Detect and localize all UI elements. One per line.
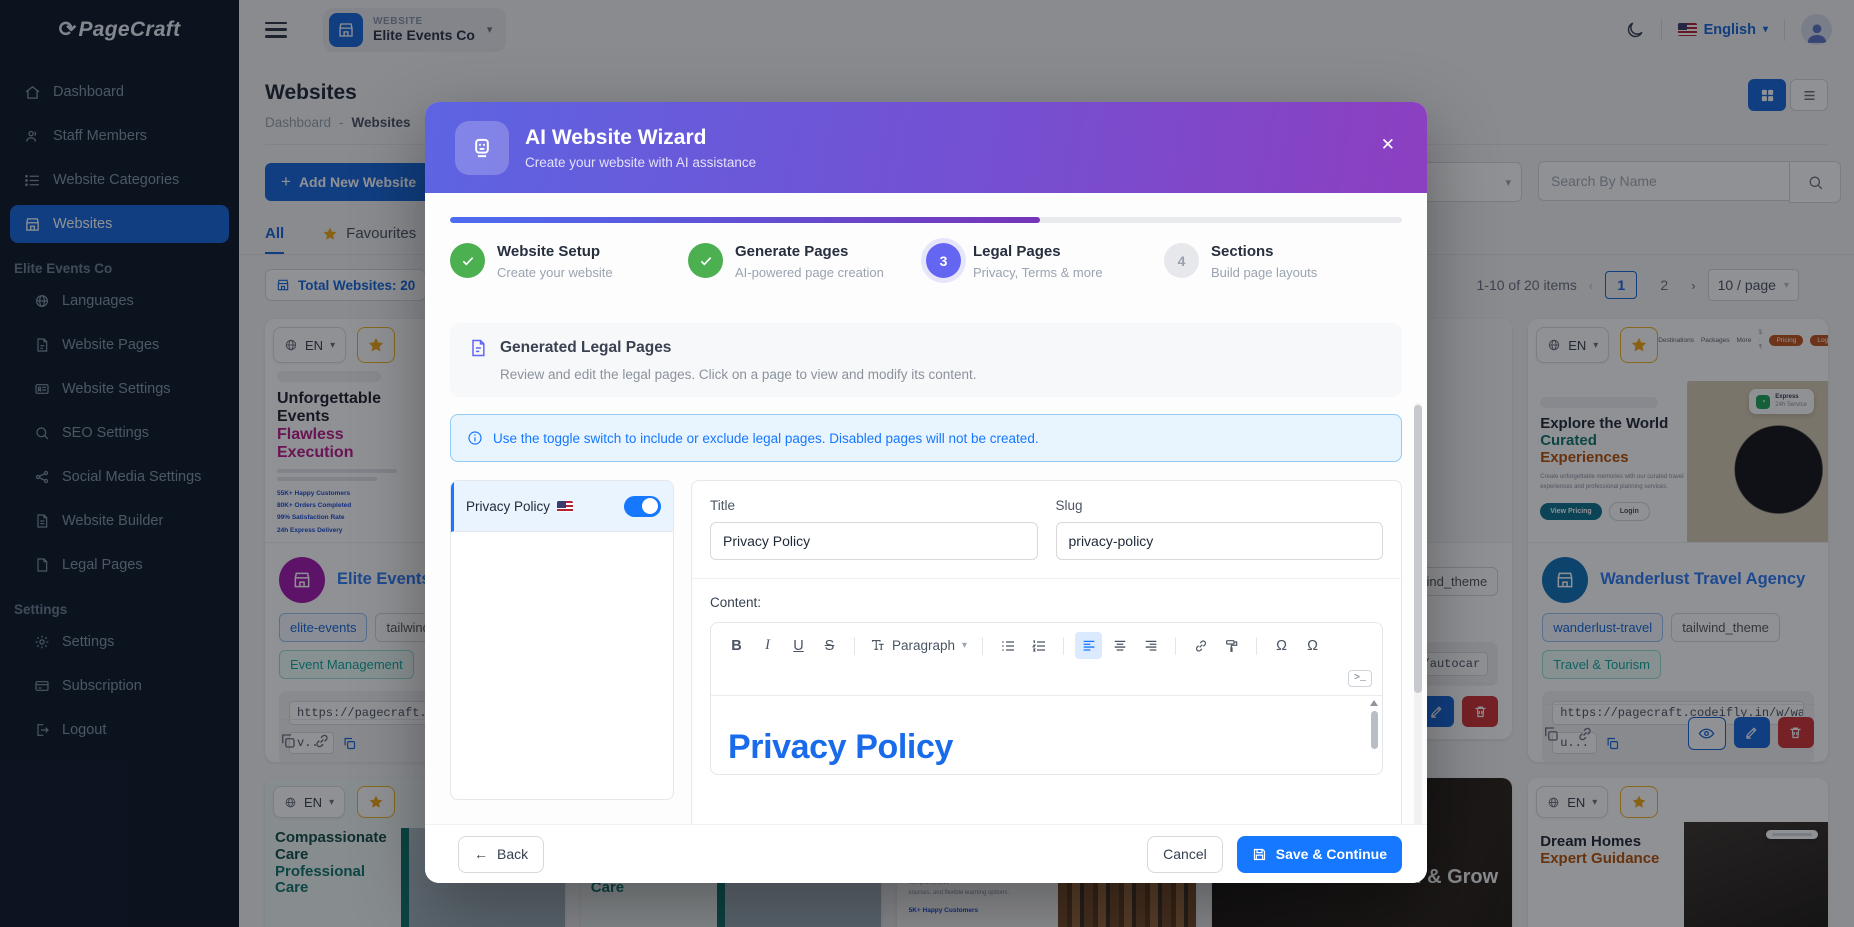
step-number: 3 <box>926 243 961 278</box>
app-viewport: ⟳PageCraft Dashboard Staff Members Websi… <box>0 0 1854 927</box>
modal-scrollbar[interactable] <box>1414 403 1422 824</box>
step-label: Sections <box>1211 243 1317 261</box>
source-code-button[interactable]: >_ <box>1348 670 1372 687</box>
divider <box>854 637 855 655</box>
title-field-label: Title <box>710 498 1038 513</box>
scroll-up-arrow-icon[interactable] <box>1370 700 1378 706</box>
divider <box>692 578 1401 579</box>
info-banner: Use the toggle switch to include or excl… <box>450 414 1402 462</box>
step-number-text: 4 <box>1178 253 1186 269</box>
modal-header: AI Website Wizard Create your website wi… <box>425 102 1427 193</box>
scrollbar-thumb[interactable] <box>1414 405 1422 693</box>
italic-button[interactable]: I <box>754 632 781 659</box>
step-website-setup[interactable]: Website Setup Create your website <box>450 243 688 280</box>
back-button[interactable]: ← Back <box>458 836 544 873</box>
step-generate-pages[interactable]: Generate Pages AI-powered page creation <box>688 243 926 280</box>
legal-document-icon <box>468 338 488 358</box>
section-subtitle: Review and edit the legal pages. Click o… <box>500 367 1384 382</box>
link-button[interactable] <box>1187 632 1214 659</box>
step-sublabel: Privacy, Terms & more <box>973 265 1103 280</box>
divider <box>982 637 983 655</box>
clear-format-brush-button[interactable] <box>1218 632 1245 659</box>
step-number-text: 3 <box>940 253 948 269</box>
legal-page-label: Privacy Policy <box>466 499 550 514</box>
section-title: Generated Legal Pages <box>500 339 671 357</box>
ordered-list-button[interactable] <box>1025 632 1052 659</box>
legal-pages-list: Privacy Policy <box>450 480 674 800</box>
wizard-progress-bar <box>450 217 1402 223</box>
slug-field-label: Slug <box>1056 498 1384 513</box>
save-icon <box>1252 847 1267 862</box>
step-sublabel: AI-powered page creation <box>735 265 884 280</box>
info-icon <box>467 430 483 446</box>
step-legal-pages[interactable]: 3 Legal Pages Privacy, Terms & more <box>926 243 1164 280</box>
paragraph-style-select[interactable]: Paragraph ▾ <box>866 638 971 653</box>
robot-wizard-icon <box>455 121 509 175</box>
editor-toolbar: B I U S Paragraph ▾ <box>711 623 1382 668</box>
step-sections[interactable]: 4 Sections Build page layouts <box>1164 243 1402 280</box>
modal-subtitle: Create your website with AI assistance <box>525 155 756 170</box>
content-field-label: Content: <box>710 595 1383 610</box>
align-left-button[interactable] <box>1075 632 1102 659</box>
step-label: Website Setup <box>497 243 613 261</box>
chevron-down-icon: ▾ <box>962 640 967 651</box>
step-label: Legal Pages <box>973 243 1103 261</box>
underline-button[interactable]: U <box>785 632 812 659</box>
divider <box>1256 637 1257 655</box>
cancel-button[interactable]: Cancel <box>1147 836 1223 873</box>
privacy-policy-toggle[interactable] <box>624 496 661 517</box>
divider <box>1175 637 1176 655</box>
special-character-omega-button[interactable]: Ω <box>1268 632 1295 659</box>
bold-button[interactable]: B <box>723 632 750 659</box>
paragraph-label: Paragraph <box>892 638 955 653</box>
legal-page-item-privacy-policy[interactable]: Privacy Policy <box>451 481 673 532</box>
save-continue-button[interactable]: Save & Continue <box>1237 836 1402 873</box>
wizard-steps: Website Setup Create your website Generat… <box>450 243 1402 280</box>
step-label: Generate Pages <box>735 243 884 261</box>
cancel-label: Cancel <box>1163 846 1207 862</box>
title-input[interactable] <box>710 522 1038 560</box>
slug-input[interactable] <box>1056 522 1384 560</box>
legal-page-editor-panel: Title Slug Content: B I <box>691 480 1402 824</box>
scrollbar-thumb[interactable] <box>1371 711 1378 749</box>
rich-text-editor: B I U S Paragraph ▾ <box>710 622 1383 775</box>
step-number: 4 <box>1164 243 1199 278</box>
align-right-button[interactable] <box>1137 632 1164 659</box>
document-heading: Privacy Policy <box>728 728 953 767</box>
step-sublabel: Create your website <box>497 265 613 280</box>
bullet-list-button[interactable] <box>994 632 1021 659</box>
text-style-icon <box>870 638 885 653</box>
editor-content-area[interactable]: Privacy Policy <box>711 695 1382 774</box>
step-sublabel: Build page layouts <box>1211 265 1317 280</box>
modal-title: AI Website Wizard <box>525 126 756 150</box>
modal-body: Website Setup Create your website Generat… <box>425 193 1427 824</box>
step-check-icon <box>688 243 723 278</box>
strikethrough-button[interactable]: S <box>816 632 843 659</box>
step-check-icon <box>450 243 485 278</box>
special-character-omega-button-2[interactable]: Ω <box>1299 632 1326 659</box>
generated-legal-pages-panel: Generated Legal Pages Review and edit th… <box>450 323 1402 397</box>
arrow-left-icon: ← <box>474 846 488 862</box>
editor-scrollbar[interactable] <box>1369 700 1379 774</box>
divider <box>1063 637 1064 655</box>
us-flag-icon <box>557 501 573 512</box>
close-icon[interactable]: ✕ <box>1381 136 1395 153</box>
save-label: Save & Continue <box>1276 846 1387 862</box>
back-label: Back <box>497 846 528 862</box>
modal-footer: ← Back Cancel Save & Continue <box>425 824 1427 883</box>
info-text: Use the toggle switch to include or excl… <box>493 431 1039 446</box>
align-center-button[interactable] <box>1106 632 1133 659</box>
ai-website-wizard-modal: AI Website Wizard Create your website wi… <box>425 102 1427 883</box>
